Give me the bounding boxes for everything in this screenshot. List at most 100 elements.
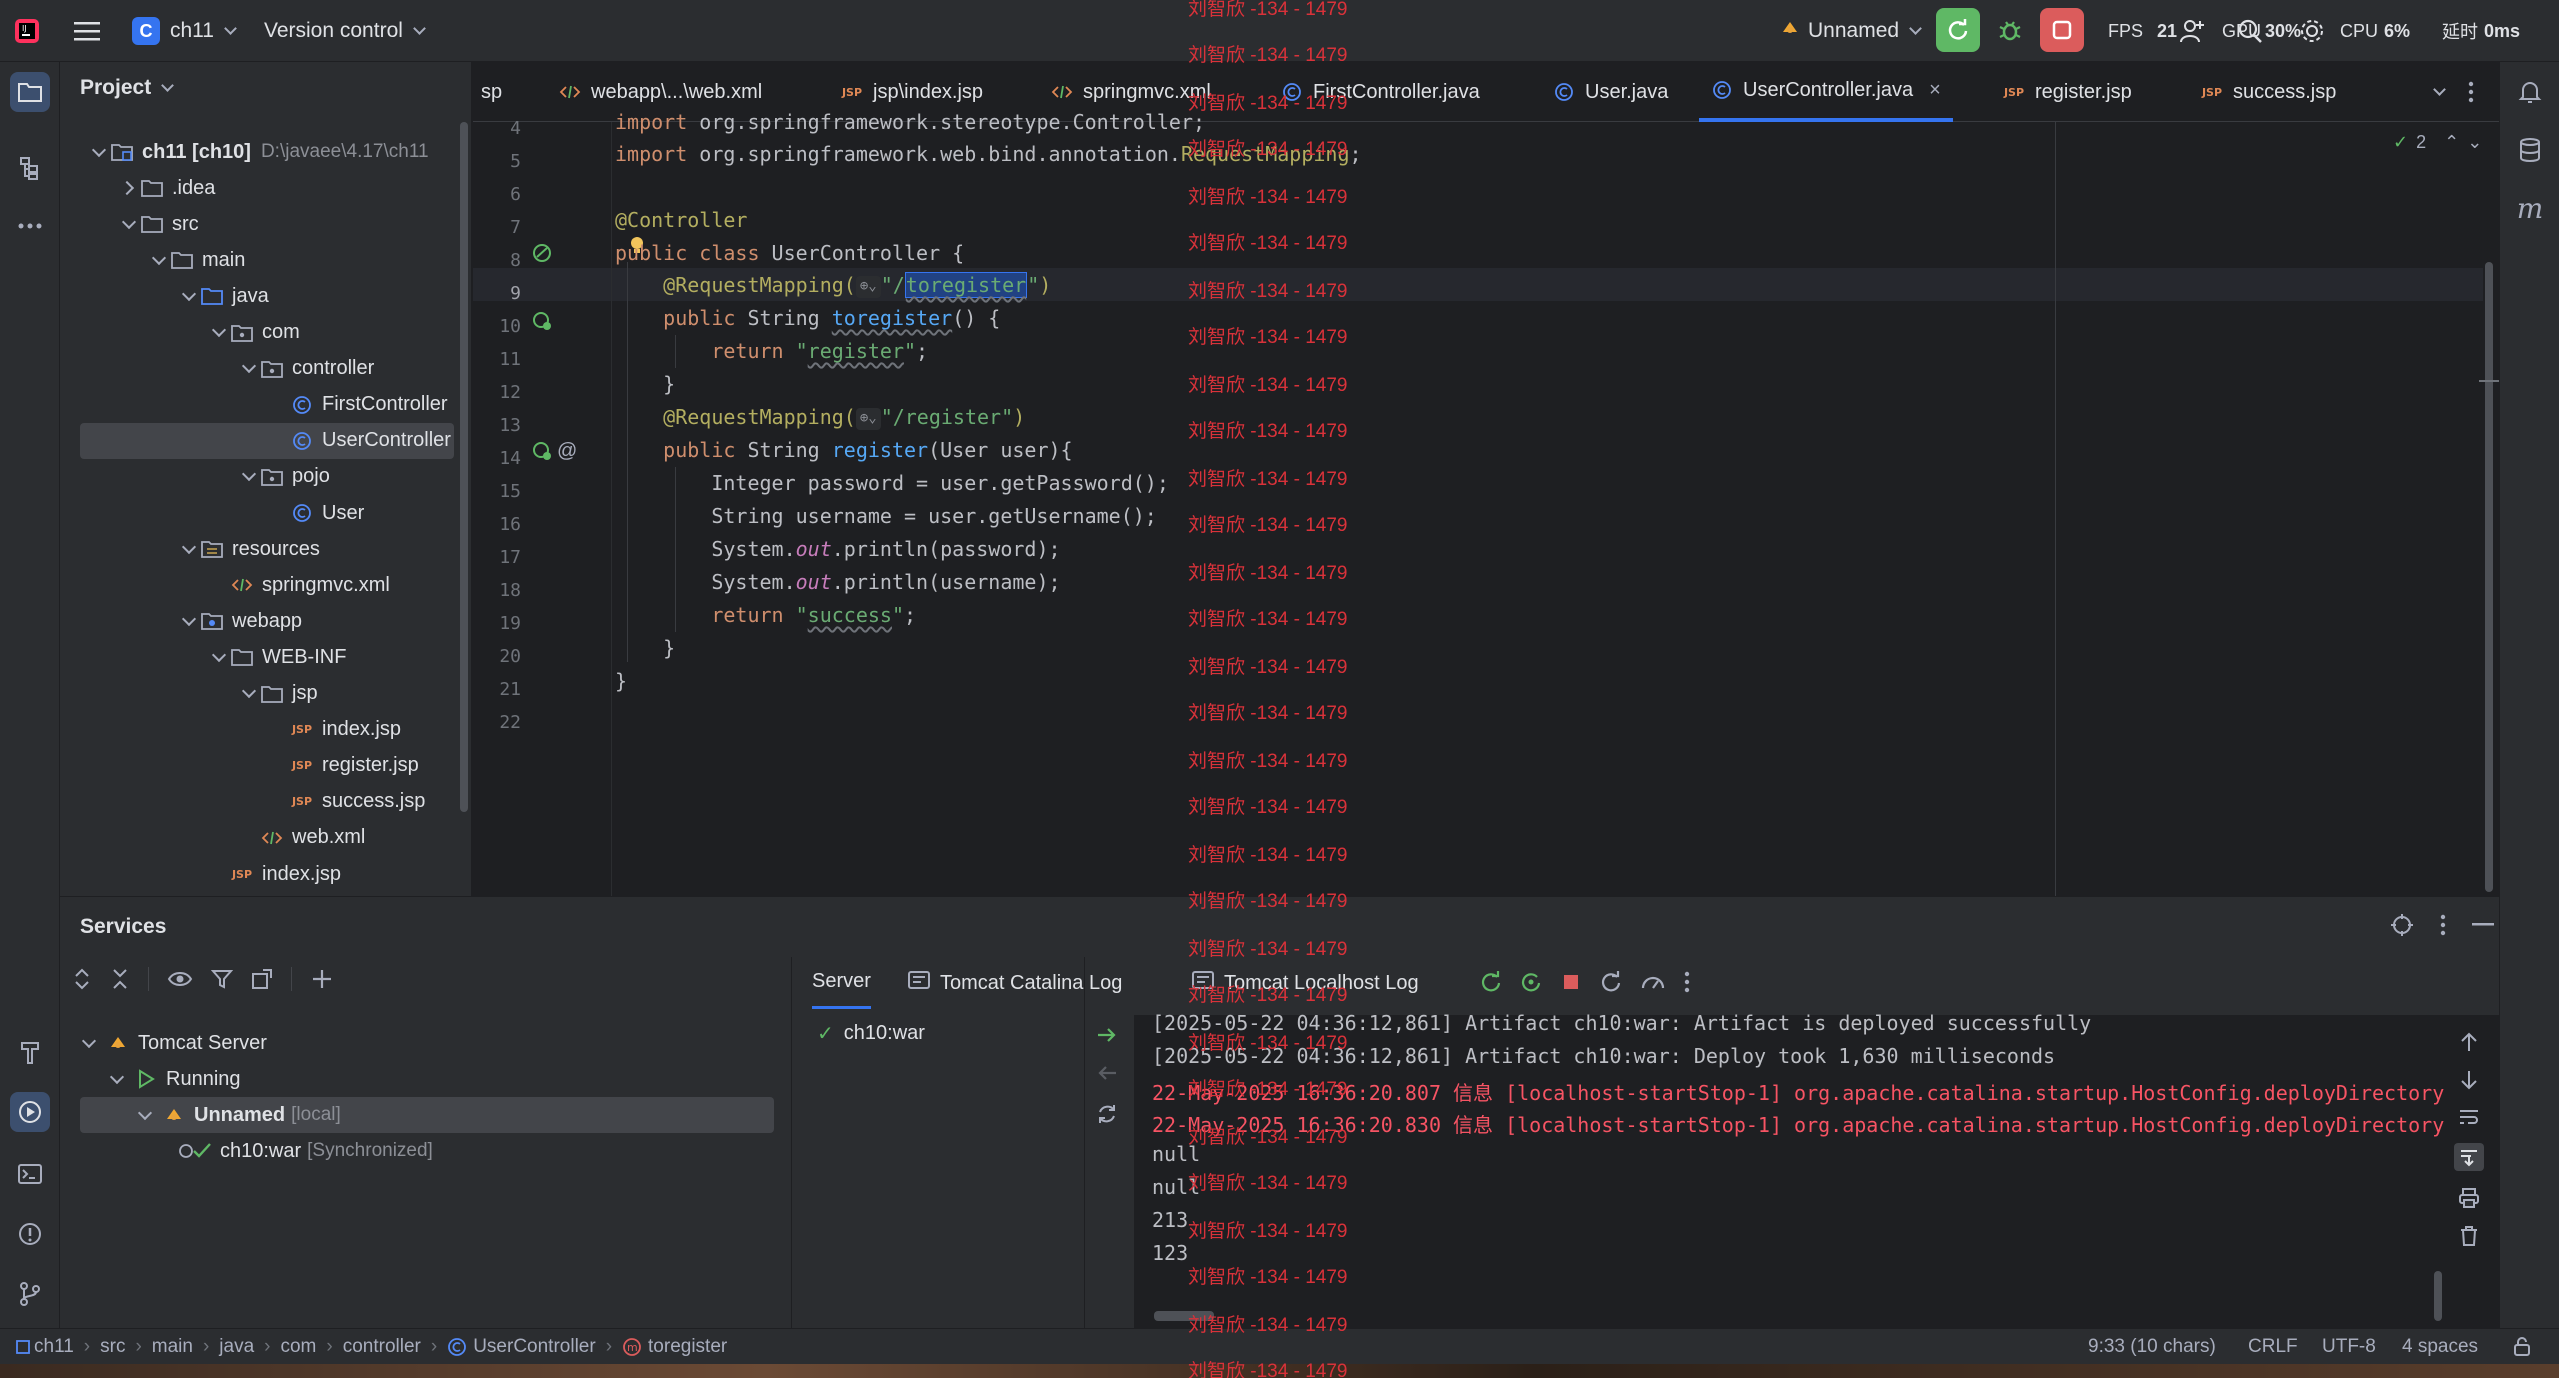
search-icon[interactable] — [2236, 0, 2264, 62]
chevron-down-icon[interactable] — [88, 134, 110, 170]
main-menu-icon[interactable] — [74, 0, 100, 62]
sync-icon[interactable] — [1096, 1103, 1118, 1125]
request-mapping-gutter-icon[interactable] — [531, 310, 553, 338]
code-line-7[interactable]: @Controller — [615, 204, 747, 237]
run-config-selector[interactable]: Unnamed — [1780, 0, 1922, 62]
console-hscrollbar[interactable] — [1154, 1311, 1214, 1321]
editor-scrollbar[interactable] — [2485, 262, 2493, 892]
new-tab-icon[interactable] — [251, 968, 273, 990]
minimize-icon[interactable] — [2472, 923, 2494, 927]
breadcrumb-item[interactable]: java — [219, 1336, 254, 1358]
undeploy-arrow-icon[interactable] — [1096, 1065, 1118, 1081]
chevron-down-icon[interactable] — [118, 206, 140, 242]
maven-icon[interactable]: m — [2510, 188, 2550, 228]
code-line-10[interactable]: public String toregister() { — [615, 302, 1000, 335]
redeploy-icon[interactable] — [1480, 971, 1502, 993]
more-tools-icon[interactable] — [10, 206, 50, 246]
project-tree-item[interactable]: ch11 [ch10] D:\javaee\4.17\ch11 — [80, 134, 454, 170]
code-line-9[interactable]: @RequestMapping(⊕⌄ "/toregister") — [615, 269, 1051, 302]
more-options-icon[interactable] — [2440, 914, 2446, 936]
code-line-21[interactable]: } — [615, 665, 627, 698]
globe-inlay-icon[interactable]: ⊕⌄ — [855, 407, 881, 430]
project-tree-item[interactable]: com — [80, 315, 454, 351]
more-options-icon[interactable] — [1684, 971, 1690, 993]
refresh-icon[interactable] — [1600, 971, 1622, 993]
print-icon[interactable] — [2458, 1187, 2480, 1209]
console-scrollbar[interactable] — [2434, 1271, 2442, 1321]
code-line-18[interactable]: System.out.println(username); — [615, 566, 1060, 599]
code-line-5[interactable]: import org.springframework.web.bind.anno… — [615, 138, 1362, 171]
project-tree-item[interactable]: JSP register.jsp — [80, 748, 454, 784]
notifications-bell-icon[interactable] — [2510, 72, 2550, 112]
chevron-down-icon[interactable] — [148, 242, 170, 278]
selected-text[interactable]: toregister — [904, 272, 1028, 298]
build-hammer-icon[interactable] — [10, 1032, 50, 1072]
project-tree-item[interactable]: webapp — [80, 603, 454, 639]
chevron-down-icon[interactable] — [238, 459, 260, 495]
services-tree-item[interactable]: Unnamed [local] — [80, 1097, 774, 1133]
code-line-20[interactable]: } — [615, 632, 675, 665]
line-separator[interactable]: CRLF — [2248, 1329, 2298, 1365]
project-tree-item[interactable]: FirstController — [80, 387, 454, 423]
services-tree-item[interactable]: Tomcat Server — [78, 1025, 267, 1061]
chevron-right-icon[interactable] — [118, 170, 140, 206]
deploy-arrow-icon[interactable] — [1096, 1027, 1118, 1043]
deployment-item[interactable]: ✓ ch10:war — [817, 1015, 925, 1051]
vcs-menu[interactable]: Version control — [264, 0, 426, 62]
editor-tab[interactable]: UserController.java × — [1699, 62, 1953, 122]
code-line-14[interactable]: public String register(User user){ — [615, 434, 1072, 467]
project-tree-item[interactable]: JSP index.jsp — [80, 712, 454, 748]
debug-button[interactable] — [1988, 8, 2032, 52]
code-line-13[interactable]: @RequestMapping(⊕⌄ "/register") — [615, 401, 1025, 434]
chevron-down-icon[interactable] — [208, 315, 230, 351]
request-mapping-gutter-icon[interactable] — [531, 440, 553, 468]
breadcrumb-item[interactable]: UserController — [473, 1336, 595, 1358]
code-line-8[interactable]: public class UserController { — [615, 237, 964, 270]
editor-tab[interactable]: JSP register.jsp — [2003, 62, 2132, 122]
breadcrumb-item[interactable]: src — [100, 1336, 125, 1358]
structure-tool-icon[interactable] — [10, 148, 50, 188]
project-tool-icon[interactable] — [10, 72, 50, 112]
trash-icon[interactable] — [2459, 1225, 2479, 1247]
problems-icon[interactable] — [10, 1214, 50, 1254]
project-header[interactable]: Project — [80, 76, 175, 100]
chevron-down-icon[interactable] — [208, 639, 230, 675]
spring-bean-gutter-icon[interactable] — [531, 242, 553, 270]
indent-setting[interactable]: 4 spaces — [2402, 1329, 2478, 1365]
chevron-down-icon[interactable] — [134, 1097, 156, 1133]
expand-all-icon[interactable] — [72, 967, 92, 991]
rerun-button[interactable] — [1936, 8, 1980, 52]
project-tree-item[interactable]: controller — [80, 351, 454, 387]
project-tree-item[interactable]: User — [80, 495, 454, 531]
dashboard-icon[interactable] — [1640, 971, 1666, 993]
tabs-dropdown-icon[interactable] — [2433, 82, 2446, 96]
caret-position[interactable]: 9:33 (10 chars) — [2088, 1329, 2216, 1365]
add-user-icon[interactable] — [2178, 0, 2206, 62]
project-tree-item[interactable]: JSP success.jsp — [80, 784, 454, 820]
tabs-more-icon[interactable] — [2468, 81, 2474, 103]
breadcrumb-item[interactable]: com — [280, 1336, 316, 1358]
project-tree-item[interactable]: JSP index.jsp — [80, 856, 454, 892]
services-tool-icon[interactable] — [10, 1092, 50, 1132]
tab-localhost-log[interactable]: Tomcat Localhost Log — [1192, 957, 1419, 1009]
chevron-down-icon[interactable] — [238, 676, 260, 712]
project-tree-item[interactable]: web.xml — [80, 820, 454, 856]
inspection-widget[interactable]: ✓ 2 ⌃ ⌄ — [2393, 132, 2482, 153]
app-logo-icon[interactable]: IJ — [14, 0, 40, 62]
code-line-4[interactable]: import org.springframework.stereotype.Co… — [615, 106, 1205, 139]
scroll-down-icon[interactable] — [2459, 1069, 2479, 1091]
file-encoding[interactable]: UTF-8 — [2322, 1329, 2376, 1365]
project-tree-item[interactable]: main — [80, 242, 454, 278]
chevron-down-icon[interactable]: ⌄ — [2467, 132, 2482, 153]
chevron-down-icon[interactable] — [178, 603, 200, 639]
project-scrollbar[interactable] — [460, 122, 468, 812]
services-tree-item[interactable]: Running — [106, 1061, 241, 1097]
stop-button[interactable] — [2040, 8, 2084, 52]
editor-tab[interactable]: FirstController.java — [1281, 62, 1480, 122]
project-tree-item[interactable]: java — [80, 278, 454, 314]
editor-tab[interactable]: JSP success.jsp — [2201, 62, 2336, 122]
project-tree-item[interactable]: springmvc.xml — [80, 567, 454, 603]
project-tree-item[interactable]: resources — [80, 531, 454, 567]
stop-server-icon[interactable] — [1560, 971, 1582, 993]
chevron-up-icon[interactable]: ⌃ — [2444, 132, 2459, 153]
